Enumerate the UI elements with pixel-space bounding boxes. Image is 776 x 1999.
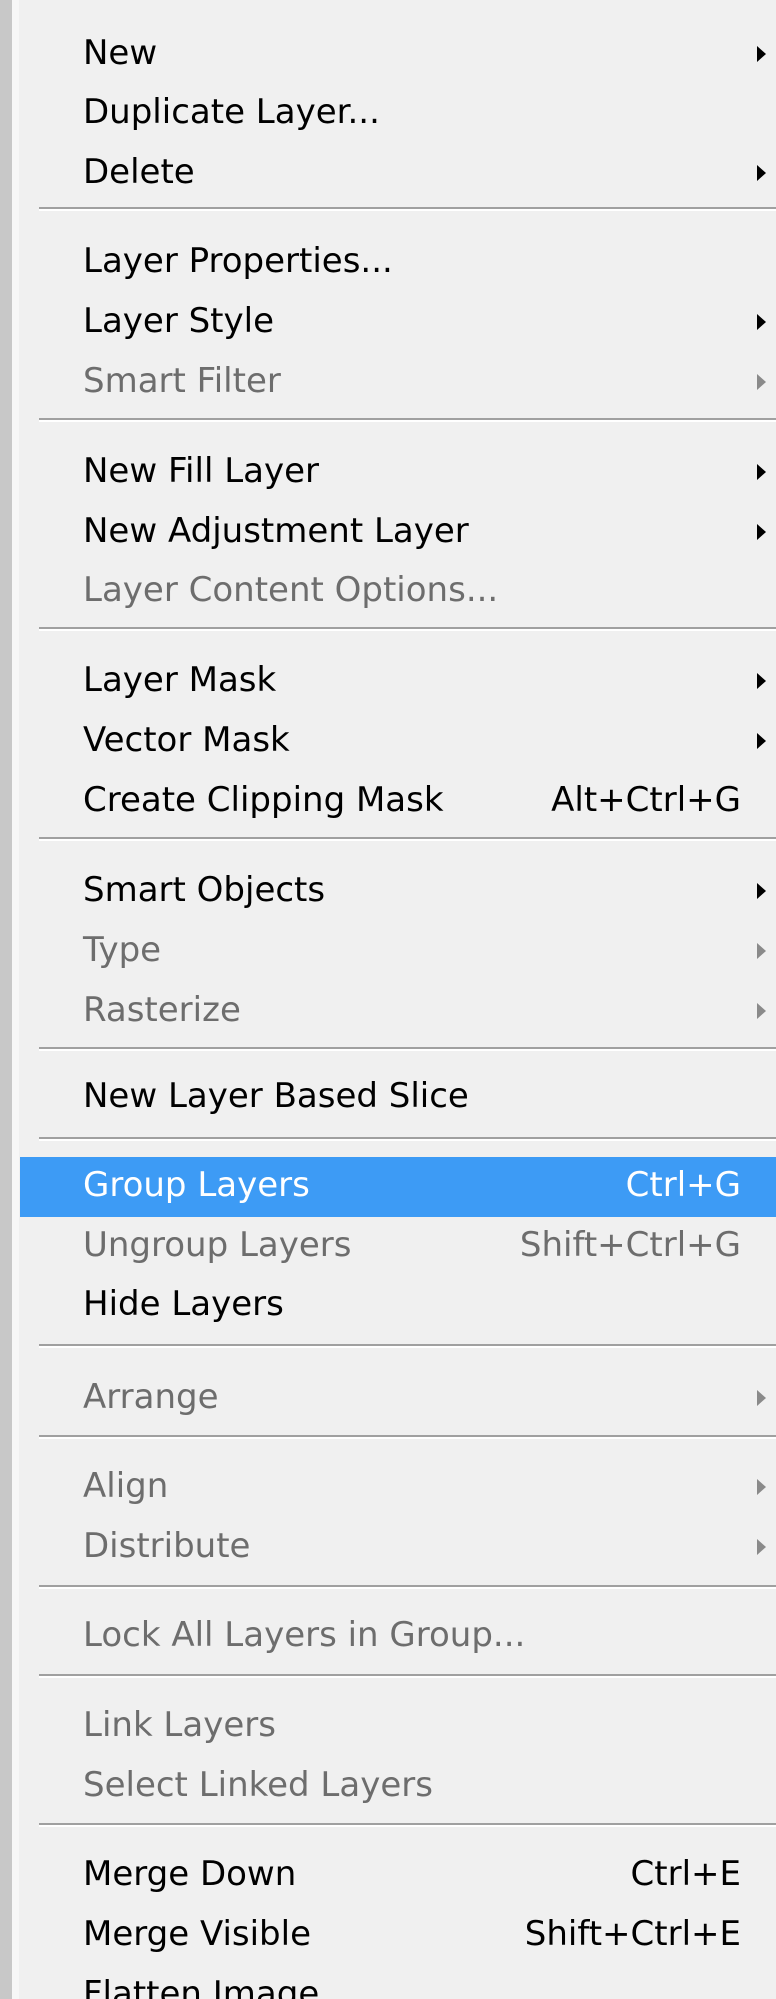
submenu-arrow-icon <box>757 1003 766 1019</box>
menu-item-arrange[interactable]: Arrange <box>20 1369 776 1427</box>
menu-item-layer-mask[interactable]: Layer Mask <box>20 652 776 710</box>
submenu-arrow-icon <box>757 314 766 330</box>
menu-item-label: Smart Objects <box>83 870 326 910</box>
menu-item-label: Distribute <box>83 1526 251 1566</box>
menu-item-shortcut: Shift+Ctrl+E <box>524 1914 741 1954</box>
menu-item-merge-down[interactable]: Merge Down Ctrl+E <box>20 1846 776 1904</box>
menu-item-label: Hide Layers <box>83 1284 284 1324</box>
menu-item-duplicate-layer[interactable]: Duplicate Layer... <box>20 84 776 142</box>
menu-item-label: Link Layers <box>83 1705 276 1745</box>
menu-item-lock-all-layers-in-group[interactable]: Lock All Layers in Group... <box>20 1607 776 1665</box>
menu-item-type[interactable]: Type <box>20 922 776 980</box>
menu-item-label: Create Clipping Mask <box>83 780 444 820</box>
menu-separator <box>39 1674 776 1678</box>
menu-item-hide-layers[interactable]: Hide Layers <box>20 1276 776 1334</box>
submenu-arrow-icon <box>757 165 766 181</box>
menu-item-label: Layer Style <box>83 301 275 341</box>
submenu-arrow-icon <box>757 524 766 540</box>
menu-separator <box>39 1137 776 1141</box>
menu-separator <box>39 207 776 211</box>
menu-separator <box>39 627 776 631</box>
layer-menu: New Duplicate Layer... Delete Layer Prop… <box>0 0 776 1999</box>
menu-separator <box>39 1585 776 1589</box>
menu-item-new-fill-layer[interactable]: New Fill Layer <box>20 443 776 501</box>
menu-item-rasterize[interactable]: Rasterize <box>20 982 776 1040</box>
submenu-arrow-icon <box>757 943 766 959</box>
menu-item-new-layer-based-slice[interactable]: New Layer Based Slice <box>20 1068 776 1126</box>
menu-item-label: Ungroup Layers <box>83 1225 352 1265</box>
menu-item-label: Group Layers <box>83 1165 310 1205</box>
menu-item-layer-style[interactable]: Layer Style <box>20 293 776 351</box>
menu-item-distribute[interactable]: Distribute <box>20 1518 776 1576</box>
menu-item-label: Type <box>83 930 162 970</box>
menu-separator <box>39 1823 776 1827</box>
menu-item-label: Merge Down <box>83 1854 297 1894</box>
menu-item-label: Lock All Layers in Group... <box>83 1615 526 1655</box>
menu-item-label: Rasterize <box>83 990 241 1030</box>
submenu-arrow-icon <box>757 733 766 749</box>
menu-item-shortcut: Ctrl+G <box>625 1165 741 1205</box>
menu-item-label: Delete <box>83 152 195 192</box>
menu-item-delete[interactable]: Delete <box>20 144 776 202</box>
menu-item-label: Smart Filter <box>83 361 281 401</box>
submenu-arrow-icon <box>757 374 766 390</box>
menu-item-label: Flatten Image <box>83 1974 320 1999</box>
menu-item-label: New Fill Layer <box>83 451 319 491</box>
menu-item-shortcut: Shift+Ctrl+G <box>519 1225 741 1265</box>
menu-item-label: Merge Visible <box>83 1914 312 1954</box>
menu-item-label: New Adjustment Layer <box>83 511 469 551</box>
submenu-arrow-icon <box>757 883 766 899</box>
menu-item-select-linked-layers[interactable]: Select Linked Layers <box>20 1757 776 1815</box>
menu-item-create-clipping-mask[interactable]: Create Clipping Mask Alt+Ctrl+G <box>20 772 776 830</box>
menu-item-smart-objects[interactable]: Smart Objects <box>20 862 776 920</box>
menu-item-vector-mask[interactable]: Vector Mask <box>20 712 776 770</box>
menu-item-label: Layer Properties... <box>83 241 393 281</box>
menu-item-new-adjustment-layer[interactable]: New Adjustment Layer <box>20 503 776 561</box>
menu-item-label: Layer Mask <box>83 660 277 700</box>
menu-item-ungroup-layers[interactable]: Ungroup Layers Shift+Ctrl+G <box>20 1217 776 1275</box>
submenu-arrow-icon <box>757 673 766 689</box>
submenu-arrow-icon <box>757 1390 766 1406</box>
menu-item-label: Duplicate Layer... <box>83 92 380 132</box>
menu-item-shortcut: Alt+Ctrl+G <box>551 780 741 820</box>
menu-item-align[interactable]: Align <box>20 1458 776 1516</box>
menu-item-label: New <box>83 33 158 73</box>
submenu-arrow-icon <box>757 1539 766 1555</box>
menu-item-link-layers[interactable]: Link Layers <box>20 1697 776 1755</box>
menu-item-layer-properties[interactable]: Layer Properties... <box>20 233 776 291</box>
menu-item-group-layers[interactable]: Group Layers Ctrl+G <box>20 1157 776 1217</box>
menu-item-label: Select Linked Layers <box>83 1765 433 1805</box>
menu-item-label: New Layer Based Slice <box>83 1076 469 1116</box>
menu-separator <box>39 837 776 841</box>
submenu-arrow-icon <box>757 46 766 62</box>
menu-item-label: Arrange <box>83 1377 219 1417</box>
menu-separator <box>39 418 776 422</box>
menu-item-flatten-image[interactable]: Flatten Image <box>20 1966 776 1999</box>
menu-item-label: Layer Content Options... <box>83 570 499 610</box>
menu-item-merge-visible[interactable]: Merge Visible Shift+Ctrl+E <box>20 1906 776 1964</box>
menu-separator <box>39 1435 776 1439</box>
menu-item-label: Align <box>83 1466 169 1506</box>
menu-item-layer-content-options[interactable]: Layer Content Options... <box>20 562 776 620</box>
menu-item-smart-filter[interactable]: Smart Filter <box>20 353 776 411</box>
menu-item-new[interactable]: New <box>20 25 776 83</box>
menu-item-label: Vector Mask <box>83 720 290 760</box>
submenu-arrow-icon <box>757 1479 766 1495</box>
submenu-arrow-icon <box>757 464 766 480</box>
menu-separator <box>39 1344 776 1348</box>
menu-item-shortcut: Ctrl+E <box>630 1854 741 1894</box>
menu-separator <box>39 1047 776 1051</box>
